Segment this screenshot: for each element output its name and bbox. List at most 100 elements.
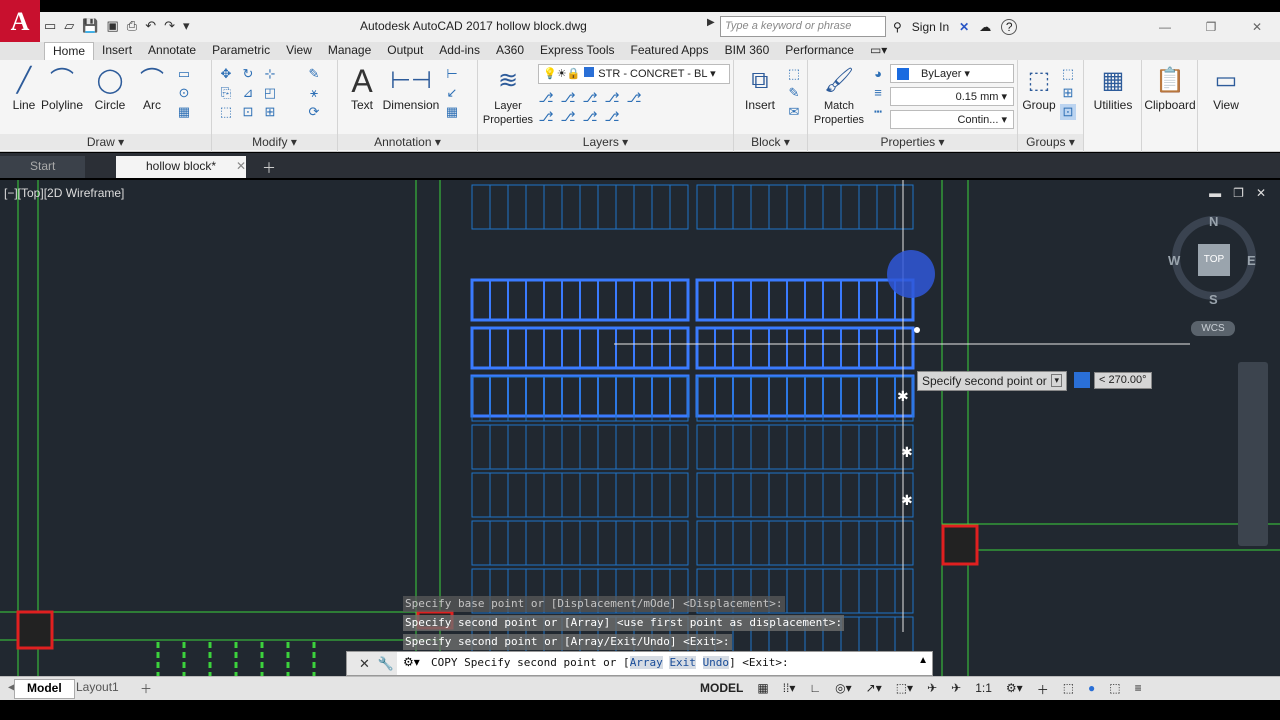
search-expand-icon[interactable]: ▶	[707, 17, 715, 28]
saveas-icon[interactable]: ▣	[106, 18, 118, 34]
copy-icon[interactable]: ⎘	[218, 85, 234, 101]
groups-panel-title[interactable]: Groups ▾	[1018, 134, 1083, 150]
ortho-icon[interactable]: ∟	[809, 681, 821, 698]
linear-dim-icon[interactable]: ⊢	[444, 66, 460, 82]
erase-icon[interactable]: ✎	[306, 66, 322, 82]
layer-tool-8-icon[interactable]: ⎇	[582, 109, 598, 125]
command-text[interactable]: COPY Specify second point or [Array Exit…	[431, 656, 789, 669]
block-panel-title[interactable]: Block ▾	[734, 134, 807, 150]
model-space-button[interactable]: MODEL	[700, 681, 743, 698]
array-icon[interactable]: ⊞	[262, 104, 278, 120]
tab-addins[interactable]: Add-ins	[431, 42, 488, 60]
tab-hollow-block[interactable]: hollow block*	[116, 156, 247, 178]
color-dropdown[interactable]: ByLayer ▾	[890, 64, 1014, 83]
history-toggle-icon[interactable]: ▲	[918, 655, 928, 666]
create-block-icon[interactable]: ⬚	[786, 66, 802, 82]
undo-icon[interactable]: ↶	[145, 18, 156, 34]
circle-button[interactable]: ◯ Circle	[86, 64, 134, 112]
layer-tool-5-icon[interactable]: ⎇	[626, 90, 642, 106]
polyline-button[interactable]: ⌒ Polyline	[38, 64, 86, 112]
ungroup-icon[interactable]: ⬚	[1060, 66, 1076, 82]
properties-panel-title[interactable]: Properties ▾	[808, 134, 1017, 150]
layer-properties-button[interactable]: ≋ Layer Properties	[482, 64, 534, 126]
tab-home[interactable]: Home	[44, 42, 95, 60]
vp-minimize-icon[interactable]: ▬	[1209, 186, 1221, 200]
tab-insert[interactable]: Insert	[94, 42, 140, 60]
isolate-icon[interactable]: ⬚	[1063, 681, 1074, 698]
redo-icon[interactable]: ↷	[164, 18, 175, 34]
stretch-icon[interactable]: ⬚	[218, 104, 234, 120]
layer-tool-9-icon[interactable]: ⎇	[604, 109, 620, 125]
sign-in-button[interactable]: Sign In	[912, 20, 949, 34]
wcs-menu[interactable]: WCS	[1191, 321, 1235, 336]
mirror-icon[interactable]: ⊿	[240, 85, 256, 101]
insert-button[interactable]: ⧉ Insert	[736, 64, 784, 112]
polar-icon[interactable]: ◎▾	[835, 681, 852, 698]
grid-icon[interactable]: ▦	[757, 681, 768, 698]
workspace-icon[interactable]: ⚙▾	[1006, 681, 1023, 698]
tab-parametric[interactable]: Parametric	[204, 42, 278, 60]
tab-bim360[interactable]: BIM 360	[717, 42, 778, 60]
new-tab-icon[interactable]: ＋	[262, 158, 276, 178]
layer-tool-4-icon[interactable]: ⎇	[604, 90, 620, 106]
compass-west[interactable]: W	[1168, 253, 1180, 268]
group-edit-icon[interactable]: ⊞	[1060, 85, 1076, 101]
text-button[interactable]: A Text	[338, 64, 386, 112]
trim-icon[interactable]: ⊹	[262, 66, 278, 82]
table-icon[interactable]: ▦	[444, 104, 460, 120]
edit-block-icon[interactable]: ✎	[786, 85, 802, 101]
layer-tool-3-icon[interactable]: ⎇	[582, 90, 598, 106]
draw-panel-title[interactable]: Draw ▾	[0, 134, 211, 150]
navigation-bar[interactable]	[1238, 362, 1268, 546]
linetype-dropdown[interactable]: Contin... ▾	[890, 110, 1014, 129]
osnap-track-icon[interactable]: ↗▾	[866, 681, 882, 698]
option-exit[interactable]: Exit	[669, 656, 696, 669]
autoscale-icon[interactable]: ✈	[951, 681, 961, 698]
annotation-panel-title[interactable]: Annotation ▾	[338, 134, 477, 150]
new-layout-icon[interactable]: ＋	[128, 679, 164, 699]
save-icon[interactable]: 💾	[82, 18, 98, 34]
utilities-button[interactable]: ▦ Utilities	[1086, 64, 1140, 112]
explode-icon[interactable]: ⚹	[306, 85, 322, 101]
plot-icon[interactable]: ⎙	[127, 18, 137, 34]
qat-menu-icon[interactable]: ▾	[183, 18, 190, 34]
tab-start[interactable]: Start	[0, 156, 86, 178]
option-array[interactable]: Array	[629, 656, 663, 669]
region-icon[interactable]: ▦	[176, 104, 192, 120]
rotate-icon[interactable]: ↻	[240, 66, 256, 82]
modify-panel-title[interactable]: Modify ▾	[212, 134, 337, 150]
move-icon[interactable]: ✥	[218, 66, 234, 82]
hardware-accel-icon[interactable]: ●	[1088, 681, 1095, 698]
layer-tool-6-icon[interactable]: ⎇	[538, 109, 554, 125]
new-icon[interactable]: ▭	[44, 18, 56, 34]
group-button[interactable]: ⬚ Group	[1018, 64, 1060, 112]
osnap-icon[interactable]: ⬚▾	[896, 681, 913, 698]
clean-screen-icon[interactable]: ⬚	[1109, 681, 1120, 698]
lineweight-dropdown[interactable]: 0.15 mm ▾	[890, 87, 1014, 106]
restore-icon[interactable]: ❐	[1188, 12, 1234, 42]
compass-east[interactable]: E	[1247, 253, 1256, 268]
minimize-icon[interactable]: —	[1142, 12, 1188, 42]
layer-dropdown[interactable]: 💡☀🔒 STR - CONCRET - BL ▾	[538, 64, 730, 84]
match-properties-button[interactable]: 🖌 Match Properties	[812, 64, 866, 126]
vp-close-icon[interactable]: ✕	[1256, 186, 1266, 200]
arc-button[interactable]: ⌒ Arc	[128, 64, 176, 112]
search-input[interactable]: Type a keyword or phrase	[720, 16, 886, 37]
layer-tool-7-icon[interactable]: ⎇	[560, 109, 576, 125]
tab-output[interactable]: Output	[379, 42, 431, 60]
viewcube-top[interactable]: TOP	[1198, 244, 1230, 276]
layers-panel-title[interactable]: Layers ▾	[478, 134, 733, 150]
customize-status-icon[interactable]: ≡	[1135, 681, 1142, 698]
tab-layout1[interactable]: Layout1	[64, 679, 131, 699]
a360-icon[interactable]: ☁	[979, 20, 991, 34]
option-undo[interactable]: Undo	[702, 656, 730, 669]
tab-performance[interactable]: Performance	[777, 42, 862, 60]
customize-icon[interactable]: 🔧	[378, 656, 394, 672]
application-menu-button[interactable]: A	[0, 0, 40, 44]
tab-express-tools[interactable]: Express Tools	[532, 42, 622, 60]
annotation-visibility-icon[interactable]: ✈	[927, 681, 937, 698]
help-button[interactable]: ?	[1001, 19, 1018, 35]
exchange-icon[interactable]: ✕	[959, 20, 969, 34]
tab-annotate[interactable]: Annotate	[140, 42, 204, 60]
leader-icon[interactable]: ↙	[444, 85, 460, 101]
